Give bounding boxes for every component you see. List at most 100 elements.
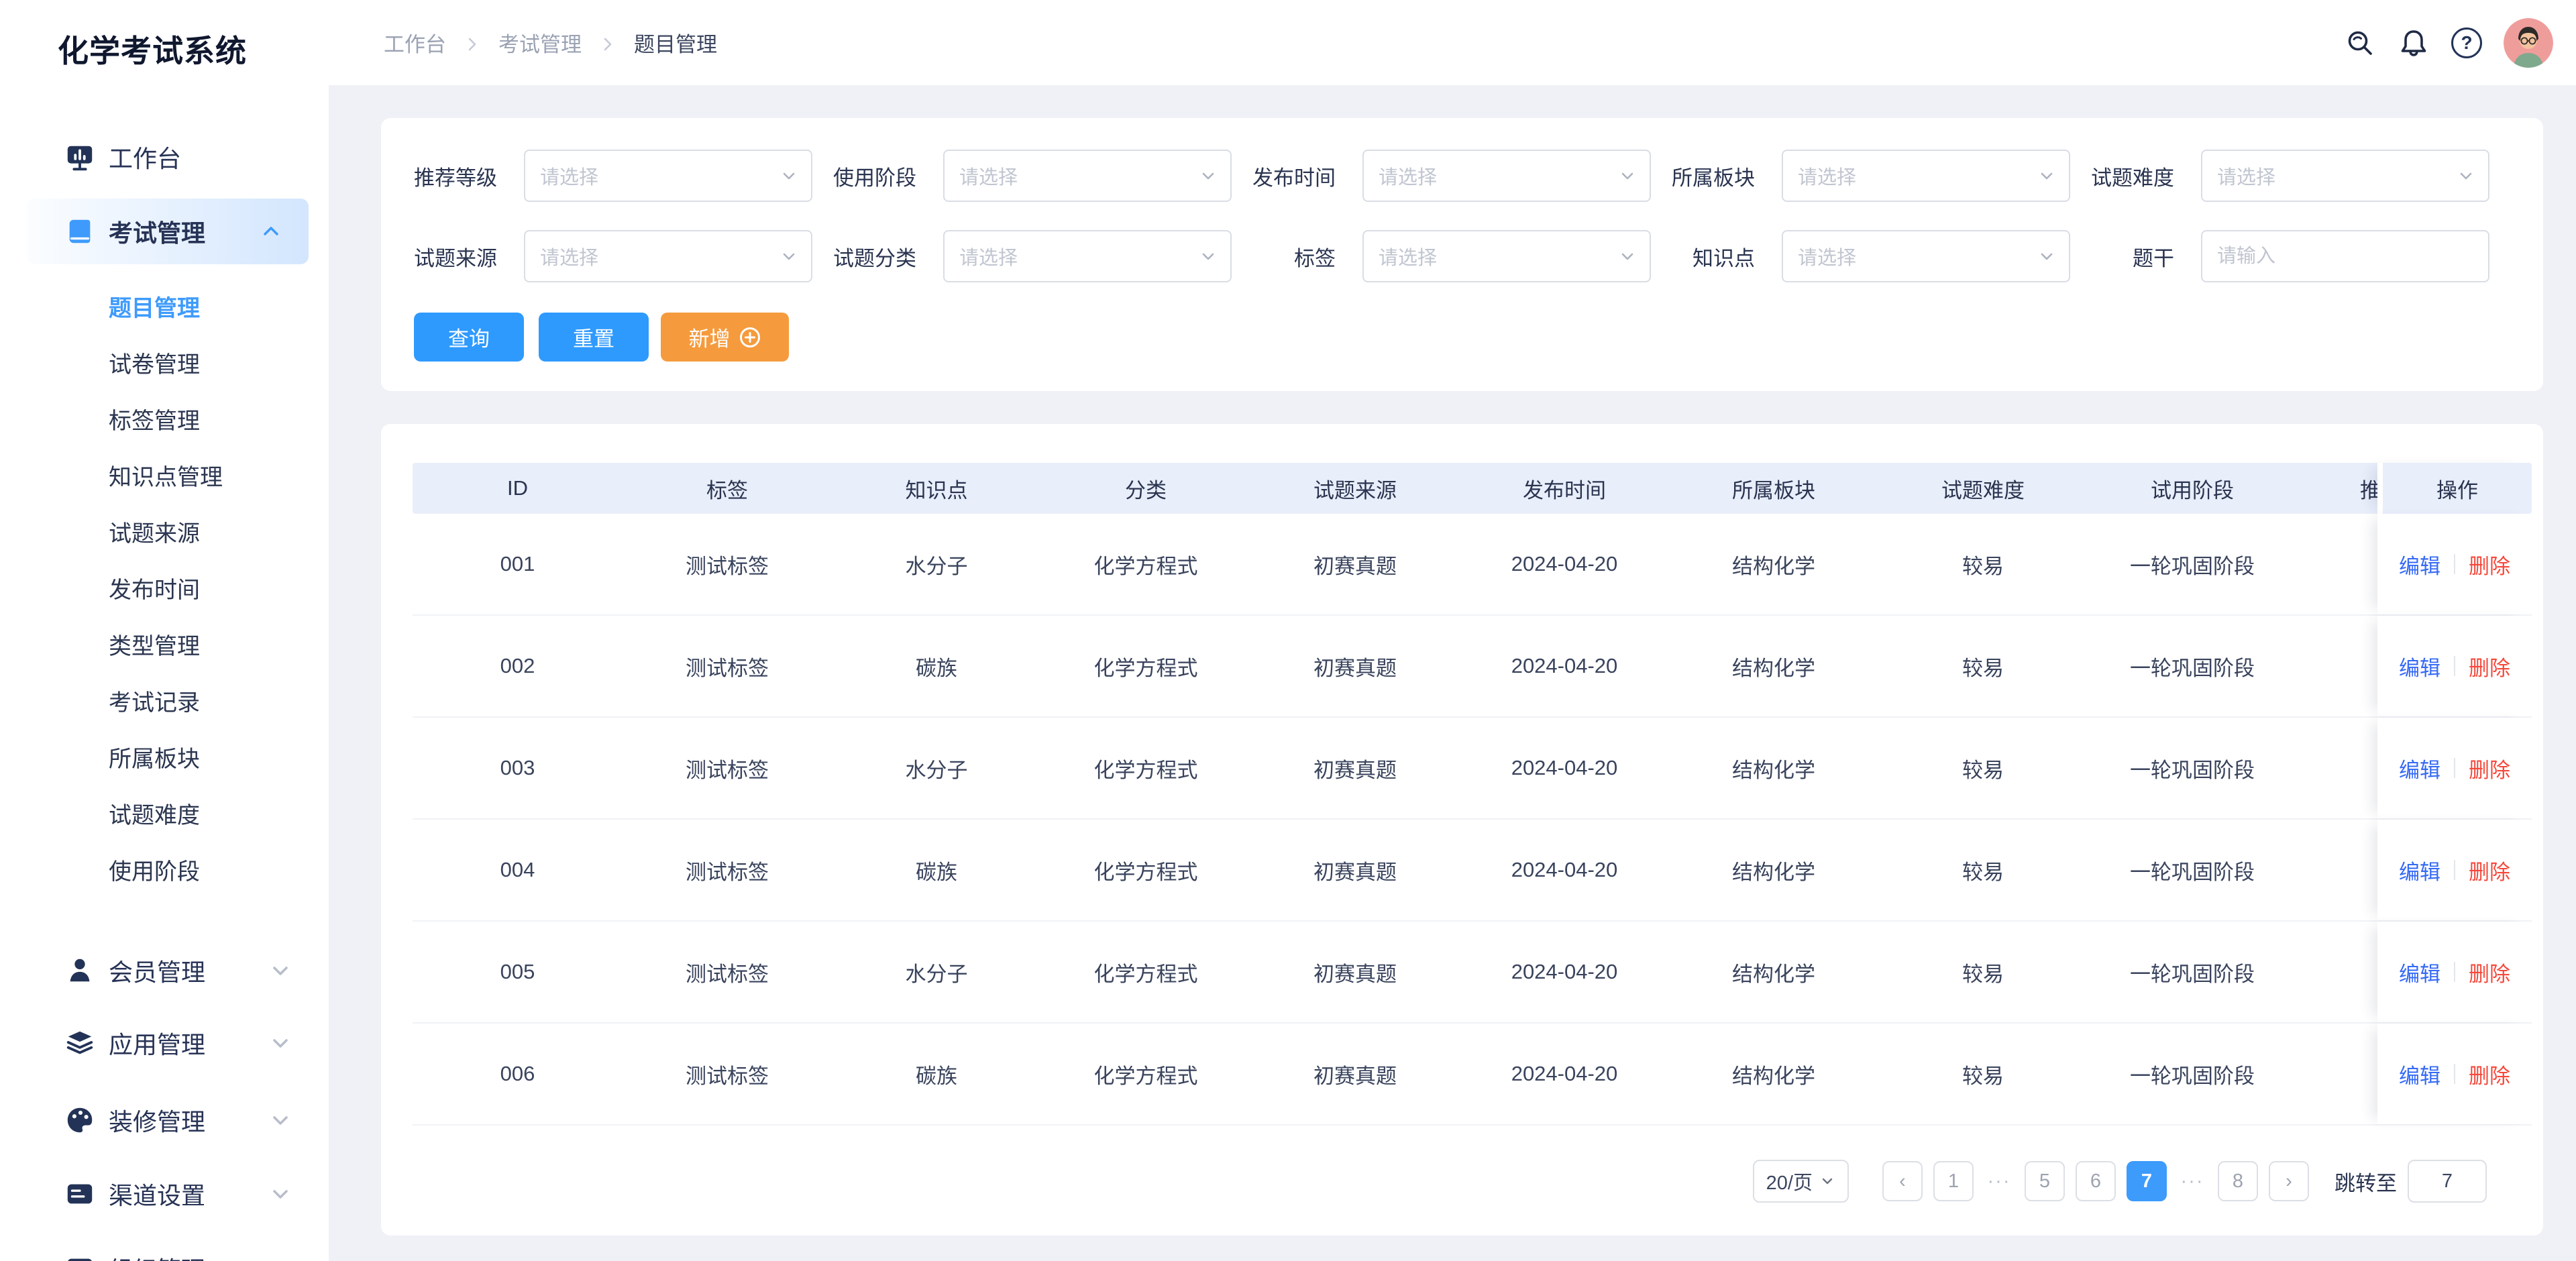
filter-select[interactable]: 请选择	[524, 230, 812, 282]
sidebar-group-label: 应用管理	[109, 1031, 206, 1058]
dashboard-icon	[64, 142, 95, 172]
sidebar-submenu-item[interactable]: 知识点管理	[0, 449, 329, 506]
chevron-down-icon	[2037, 166, 2057, 186]
filter-row-1: 推荐等级 请选择 使用阶段 请选择 发布时间 请选择 所属板块 请选择 试题难度…	[414, 150, 2510, 202]
sidebar-group-channel[interactable]: 渠道设置	[0, 1166, 329, 1222]
table-cell: 初赛真题	[1313, 758, 1397, 782]
action-divider	[2454, 554, 2455, 574]
sidebar-group-decoration[interactable]: 装修管理	[0, 1092, 329, 1148]
table-cell: 化学方程式	[1093, 860, 1198, 884]
edit-link[interactable]: 编辑	[2399, 855, 2440, 885]
sidebar-submenu-item[interactable]: 考试记录	[0, 675, 329, 731]
page-button[interactable]: 1	[1933, 1161, 1974, 1201]
page-button[interactable]: 7	[2127, 1161, 2167, 1201]
table-cell: 2024-04-20	[1511, 552, 1618, 575]
table-cell: 结构化学	[1732, 758, 1815, 782]
edit-link[interactable]: 编辑	[2399, 549, 2440, 580]
search-icon[interactable]	[2344, 27, 2376, 59]
action-divider	[2454, 860, 2455, 880]
column-header: 试题来源	[1313, 478, 1397, 502]
table-row: 003 测试标签 水分子 化学方程式 初赛真题 2024-04-20 结构化学 …	[413, 718, 2532, 820]
table-cell: 006	[500, 1062, 535, 1085]
palette-icon	[64, 1105, 95, 1136]
delete-link[interactable]: 删除	[2469, 855, 2510, 885]
column-header: ID	[507, 476, 528, 500]
page-button[interactable]: 8	[2218, 1161, 2258, 1201]
breadcrumb-item[interactable]: 考试管理	[498, 28, 582, 58]
breadcrumb-item[interactable]: 工作台	[384, 28, 446, 58]
page-button[interactable]: 6	[2076, 1161, 2116, 1201]
sidebar-submenu-item[interactable]: 使用阶段	[0, 844, 329, 900]
sidebar-submenu-item[interactable]: 试卷管理	[0, 337, 329, 393]
bell-icon[interactable]	[2398, 27, 2430, 59]
page-button[interactable]: ···	[1984, 1161, 2014, 1201]
table-cell: 2024-04-20	[1511, 756, 1618, 779]
filter-label: 知识点	[1693, 246, 1755, 270]
delete-link[interactable]: 删除	[2469, 957, 2510, 987]
filter-select[interactable]: 请选择	[943, 230, 1232, 282]
sidebar-submenu-item[interactable]: 类型管理	[0, 618, 329, 675]
page-button[interactable]: ›	[2269, 1161, 2309, 1201]
filter-field: 知识点 请选择	[1672, 230, 2091, 282]
main-content: 推荐等级 请选择 使用阶段 请选择 发布时间 请选择 所属板块 请选择 试题难度…	[329, 85, 2576, 1261]
filter-select[interactable]: 请选择	[1362, 150, 1651, 202]
sidebar-submenu-item[interactable]: 试题来源	[0, 506, 329, 562]
table-row-scroll: 002 测试标签 碳族 化学方程式 初赛真题 2024-04-20 结构化学 较…	[413, 616, 2377, 716]
table-cell: 初赛真题	[1313, 554, 1397, 578]
jump-to-label: 跳转至	[2334, 1171, 2397, 1195]
sidebar-group-exam[interactable]: 考试管理	[27, 199, 309, 264]
table-cell: 水分子	[905, 758, 968, 782]
filter-select[interactable]: 请选择	[943, 150, 1232, 202]
delete-link[interactable]: 删除	[2469, 753, 2510, 783]
jump-to-input[interactable]	[2408, 1160, 2487, 1203]
delete-link[interactable]: 删除	[2469, 1059, 2510, 1089]
filter-label: 发布时间	[1252, 166, 1336, 190]
filter-field: 标签 请选择	[1252, 230, 1672, 282]
filter-select[interactable]: 请选择	[524, 150, 812, 202]
sidebar-group-application[interactable]: 应用管理	[0, 1015, 329, 1071]
table-cell: 一轮巩固阶段	[2130, 1064, 2255, 1088]
column-header: 所属板块	[1732, 478, 1815, 502]
sidebar-item-workbench[interactable]: 工作台	[0, 129, 329, 185]
filter-select[interactable]: 请选择	[1782, 230, 2070, 282]
sidebar-group-label: 会员管理	[109, 958, 206, 986]
sidebar-group-organization[interactable]: 组织管理	[0, 1240, 329, 1261]
stem-input[interactable]	[2217, 245, 2473, 268]
add-button[interactable]: 新增	[661, 313, 789, 362]
query-button[interactable]: 查询	[414, 313, 524, 362]
edit-link[interactable]: 编辑	[2399, 957, 2440, 987]
sidebar-group-member[interactable]: 会员管理	[0, 942, 329, 999]
table-row-ops: 编辑 删除	[2377, 922, 2532, 1022]
sidebar-group-label: 装修管理	[109, 1108, 206, 1136]
filter-select[interactable]: 请选择	[1782, 150, 2070, 202]
delete-link[interactable]: 删除	[2469, 651, 2510, 681]
sidebar-submenu-item[interactable]: 题目管理	[0, 280, 329, 337]
edit-link[interactable]: 编辑	[2399, 1059, 2440, 1089]
avatar[interactable]	[2504, 17, 2553, 68]
filter-select[interactable]: 请选择	[2201, 150, 2489, 202]
page-button[interactable]: ···	[2178, 1161, 2207, 1201]
edit-link[interactable]: 编辑	[2399, 651, 2440, 681]
page-button[interactable]: 5	[2025, 1161, 2065, 1201]
table-cell: 一轮巩固阶段	[2130, 962, 2255, 986]
edit-link[interactable]: 编辑	[2399, 753, 2440, 783]
filter-select[interactable]: 请选择	[1362, 230, 1651, 282]
table-cell: 一轮巩固阶段	[2130, 554, 2255, 578]
sidebar-submenu-item[interactable]: 试题难度	[0, 787, 329, 844]
column-header: 分类	[1125, 478, 1167, 502]
reset-button[interactable]: 重置	[539, 313, 649, 362]
delete-link[interactable]: 删除	[2469, 549, 2510, 580]
table-row-ops: 编辑 删除	[2377, 718, 2532, 818]
sidebar-submenu-item[interactable]: 发布时间	[0, 562, 329, 618]
filter-field: 推荐等级 请选择	[414, 150, 833, 202]
page-button[interactable]: ‹	[1882, 1161, 1923, 1201]
sidebar-submenu-item[interactable]: 标签管理	[0, 393, 329, 449]
row-actions: 编辑 删除	[2399, 1059, 2510, 1089]
page-size-select[interactable]: 20/页	[1752, 1160, 1849, 1203]
chevron-down-icon	[1822, 1178, 1833, 1185]
chevron-down-icon	[779, 166, 799, 186]
help-icon[interactable]: ?	[2451, 27, 2482, 58]
select-placeholder: 请选择	[959, 167, 1018, 188]
column-header: 发布时间	[1523, 478, 1606, 502]
sidebar-submenu-item[interactable]: 所属板块	[0, 731, 329, 787]
